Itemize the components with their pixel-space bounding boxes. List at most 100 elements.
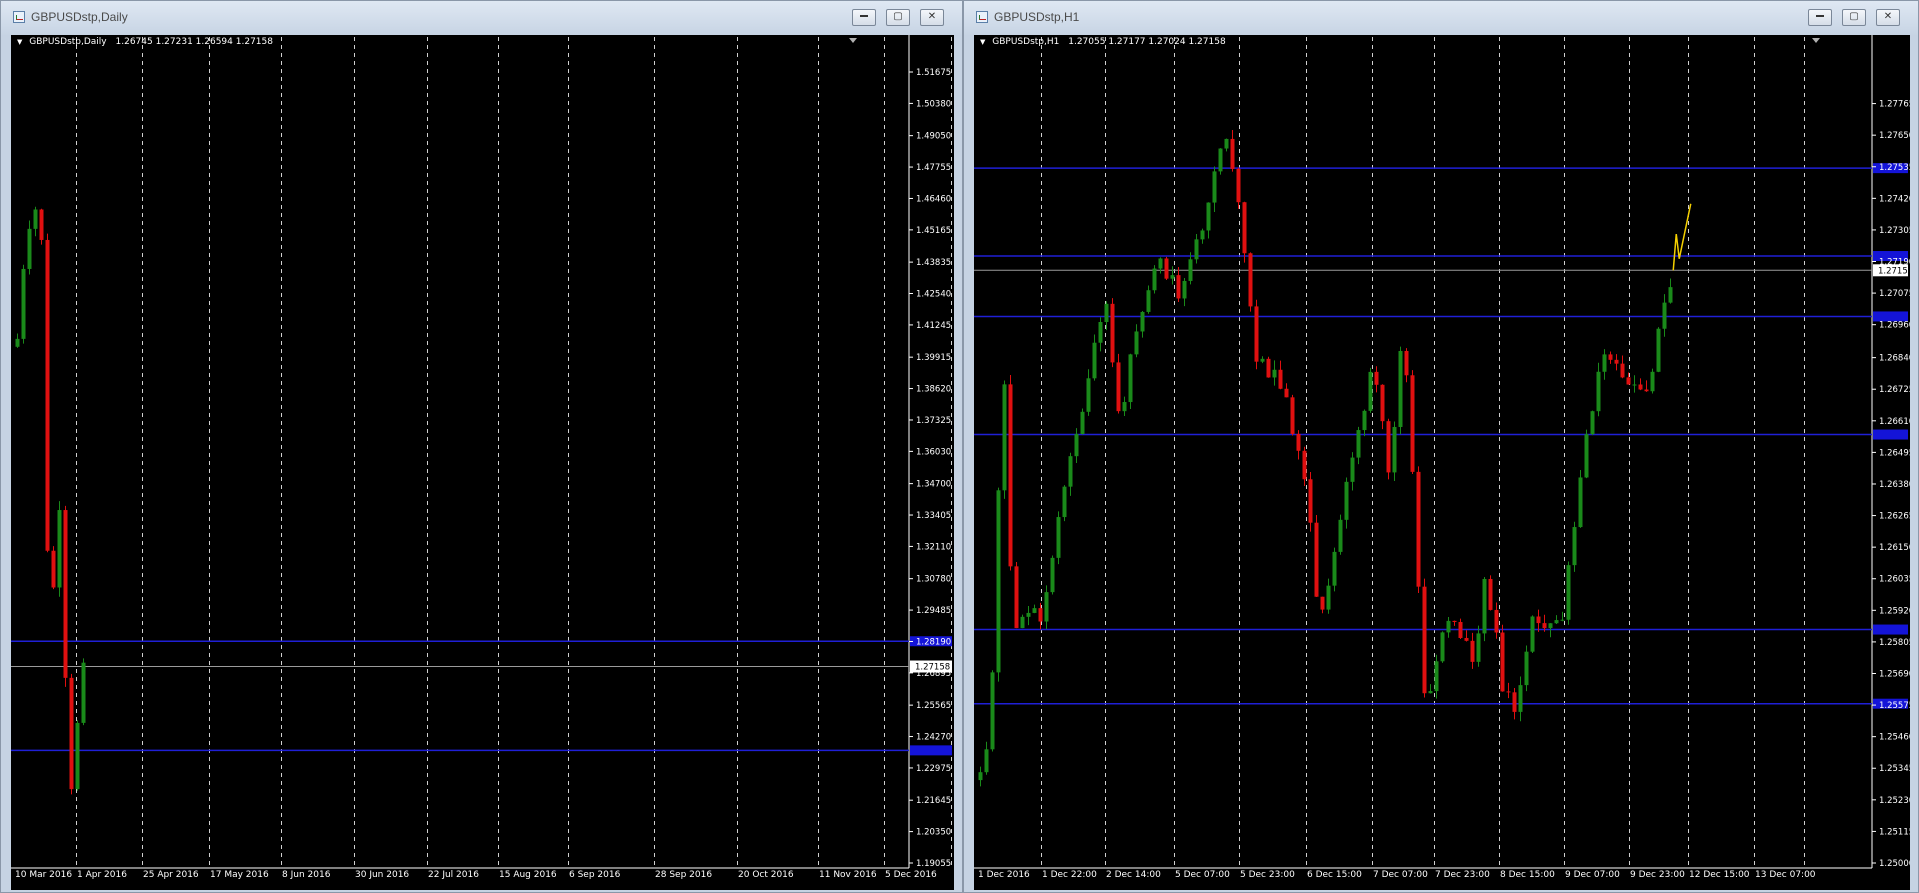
date-tick-label: 5 Dec 2016 — [885, 870, 937, 880]
price-tick-label: 1.38620 — [916, 385, 951, 395]
candle-body — [75, 722, 80, 790]
price-tick-label: 1.21645 — [916, 796, 951, 806]
candle-body — [1476, 633, 1481, 662]
dropdown-arrow-icon[interactable]: ▼ — [17, 38, 22, 46]
price-tick-label: 1.25565 — [916, 701, 951, 711]
candle-body — [1266, 358, 1271, 378]
candle-body — [1494, 609, 1499, 633]
candle-body — [1320, 596, 1325, 610]
date-tick-label: 8 Dec 15:00 — [1500, 870, 1555, 880]
date-tick-label: 7 Dec 23:00 — [1435, 870, 1490, 880]
candle-body — [1410, 375, 1415, 472]
candle-body — [1302, 450, 1307, 480]
price-tick-label: 1.26150 — [1879, 543, 1910, 553]
maximize-button[interactable]: ▢ — [886, 9, 910, 26]
candle-body — [39, 209, 44, 240]
candle-body — [1572, 527, 1577, 566]
price-tick-label: 1.19055 — [916, 859, 951, 869]
candle-body — [1392, 426, 1397, 473]
candle-body — [1596, 371, 1601, 412]
daily-chart-window[interactable]: GBPUSDstp,Daily ▢ ✕ 1.51675 1.50380 1.4905… — [0, 0, 963, 893]
candle-body — [1656, 328, 1661, 372]
candle-body — [1188, 259, 1193, 281]
candle-body — [1284, 388, 1289, 398]
dropdown-arrow-icon[interactable]: ▼ — [980, 38, 985, 46]
candle-body — [1224, 138, 1229, 149]
candle-body — [1548, 623, 1553, 629]
date-tick-label: 1 Dec 22:00 — [1042, 870, 1097, 880]
date-tick-label: 6 Sep 2016 — [569, 870, 621, 880]
minimize-icon — [860, 15, 868, 17]
candle-body — [1026, 612, 1031, 617]
price-tick-label: 1.25345 — [1879, 764, 1910, 774]
price-tick-label: 1.25460 — [1879, 733, 1910, 743]
candle-body — [1374, 371, 1379, 385]
maximize-button[interactable]: ▢ — [1842, 9, 1866, 26]
candle-body — [1128, 354, 1133, 403]
price-tick-label: 1.49050 — [916, 132, 951, 142]
header-symbol: GBPUSDstp,Daily — [29, 37, 107, 47]
candle-body — [1140, 311, 1145, 332]
candle-body — [1230, 138, 1235, 169]
date-tick-label: 5 Dec 23:00 — [1240, 870, 1295, 880]
price-tick-label: 1.25230 — [1879, 796, 1910, 806]
price-tick-label: 1.37325 — [916, 416, 951, 426]
date-tick-label: 11 Nov 2016 — [819, 870, 877, 880]
date-tick-label: 20 Oct 2016 — [738, 870, 794, 880]
candle-body — [1146, 290, 1151, 312]
date-tick-label: 15 Aug 2016 — [499, 870, 557, 880]
price-tick-label: 1.27420 — [1879, 194, 1910, 204]
candle-body — [978, 772, 983, 781]
price-tick-label: 1.39915 — [916, 353, 951, 363]
candle-body — [1488, 578, 1493, 610]
candle-body — [1362, 410, 1367, 431]
candle-body — [1482, 578, 1487, 634]
candle-body — [1590, 411, 1595, 435]
close-button[interactable]: ✕ — [1876, 9, 1900, 26]
candle-body — [1326, 585, 1331, 610]
price-tick-label: 1.25805 — [1879, 638, 1910, 648]
candle-body — [1272, 369, 1277, 378]
price-tick-label: 1.51675 — [916, 68, 951, 78]
daily-price-chart[interactable]: 1.51675 1.50380 1.49050 1.47755 1.46460 1.451… — [11, 35, 954, 890]
date-tick-label: 30 Jun 2016 — [355, 870, 409, 880]
candle-body — [1524, 651, 1529, 686]
candle-body — [1212, 171, 1217, 203]
candle-body — [81, 662, 86, 723]
window-title-bar[interactable]: GBPUSDstp,H1 ▢ ✕ — [964, 1, 1918, 35]
candle-body — [1182, 280, 1187, 299]
candle-body — [1614, 359, 1619, 364]
price-tick-label: 1.27305 — [1879, 226, 1910, 236]
candle-body — [1650, 371, 1655, 392]
price-tick-label: 1.26840 — [1879, 354, 1910, 364]
current-price-label: 1.27158 — [915, 663, 950, 673]
h1-price-chart[interactable]: 1.27765 1.27650 1.27535 1.27420 1.27305 1.271… — [974, 35, 1910, 890]
close-button[interactable]: ✕ — [920, 9, 944, 26]
price-tick-label: 1.46460 — [916, 194, 951, 204]
price-tick-label: 1.26725 — [1879, 385, 1910, 395]
price-tick-label: 1.24270 — [916, 733, 951, 743]
candle-body — [1170, 275, 1175, 279]
candle-body — [45, 239, 50, 551]
candle-body — [1668, 287, 1673, 303]
candle-body — [1278, 369, 1283, 389]
date-tick-label: 13 Dec 07:00 — [1755, 870, 1816, 880]
candle-body — [1134, 331, 1139, 355]
candle-body — [1092, 342, 1097, 379]
candle-body — [1206, 202, 1211, 231]
price-tick-label: 1.26035 — [1879, 575, 1910, 585]
candle-body — [1356, 430, 1361, 458]
minimize-button[interactable] — [1808, 9, 1832, 26]
h1-chart-window[interactable]: GBPUSDstp,H1 ▢ ✕ 1.277651.276501.275351.… — [963, 0, 1919, 893]
window-title-bar[interactable]: GBPUSDstp,Daily ▢ ✕ — [1, 1, 962, 35]
date-tick-label: 7 Dec 07:00 — [1373, 870, 1428, 880]
candle-body — [1500, 632, 1505, 692]
candle-body — [1014, 566, 1019, 629]
candle-body — [996, 490, 1001, 673]
minimize-button[interactable] — [852, 9, 876, 26]
price-tick-label: 1.47755 — [916, 163, 951, 173]
date-tick-label: 9 Dec 23:00 — [1630, 870, 1685, 880]
candle-body — [1368, 371, 1373, 411]
candle-body — [1242, 202, 1247, 254]
candle-body — [1116, 362, 1121, 412]
